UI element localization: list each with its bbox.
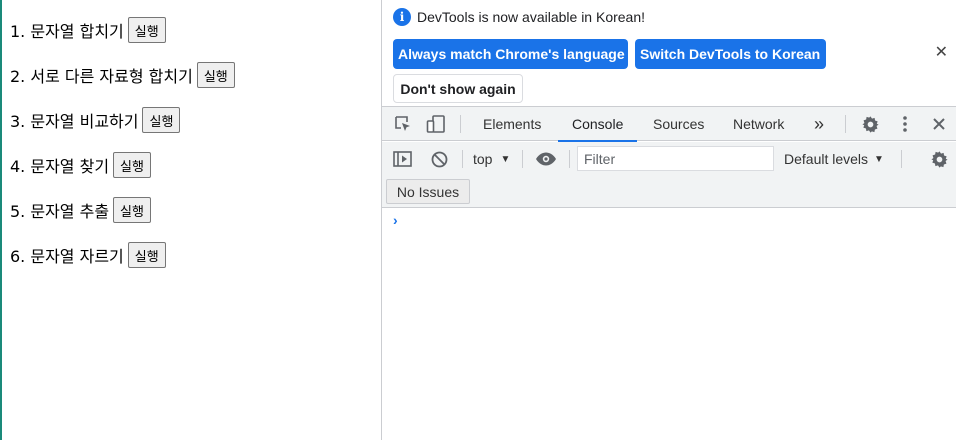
- row-label: 6. 문자열 자르기: [10, 247, 124, 266]
- tab-network[interactable]: Network: [733, 107, 784, 141]
- row-label: 3. 문자열 비교하기: [10, 112, 139, 131]
- row-label: 2. 서로 다른 자료형 합치기: [10, 67, 193, 86]
- devtools-tabbar: Elements Console Sources Network »: [382, 107, 956, 142]
- sidebar-toggle-icon[interactable]: [391, 142, 413, 176]
- live-expression-eye-icon[interactable]: [534, 142, 558, 176]
- info-icon: i: [393, 8, 411, 26]
- list-item: 4. 문자열 찾기 실행: [10, 152, 151, 178]
- run-button[interactable]: 실행: [113, 197, 151, 223]
- infobar-message: DevTools is now available in Korean!: [417, 9, 646, 25]
- tab-sources[interactable]: Sources: [653, 107, 704, 141]
- toolbar-divider: [845, 115, 846, 133]
- context-selector[interactable]: top ▼: [473, 142, 510, 176]
- language-infobar: i DevTools is now available in Korean! A…: [382, 0, 956, 107]
- list-item: 2. 서로 다른 자료형 합치기 실행: [10, 62, 235, 88]
- kebab-menu-icon[interactable]: [895, 107, 915, 141]
- row-label: 4. 문자열 찾기: [10, 157, 110, 176]
- console-prompt-icon: ›: [393, 212, 398, 228]
- more-tabs-icon[interactable]: »: [814, 107, 824, 141]
- toolbar-divider: [462, 150, 463, 168]
- log-levels-label: Default levels: [784, 151, 869, 167]
- console-output[interactable]: ›: [382, 209, 956, 440]
- no-issues-button[interactable]: No Issues: [386, 179, 470, 204]
- issues-bar: No Issues: [382, 176, 956, 208]
- device-toolbar-icon[interactable]: [425, 107, 447, 141]
- log-levels-dropdown[interactable]: Default levels ▼: [784, 142, 884, 176]
- console-toolbar: top ▼ Default levels ▼: [382, 142, 956, 176]
- infobar-message-line: i DevTools is now available in Korean!: [393, 8, 645, 26]
- run-button[interactable]: 실행: [127, 17, 166, 43]
- devtools-panel: i DevTools is now available in Korean! A…: [381, 0, 956, 440]
- dropdown-arrow-icon: ▼: [500, 153, 511, 165]
- row-label: 5. 문자열 추출: [10, 202, 110, 221]
- tab-console[interactable]: Console: [557, 107, 638, 142]
- dropdown-arrow-icon: ▼: [874, 153, 884, 165]
- dont-show-again-button[interactable]: Don't show again: [393, 74, 523, 103]
- run-button[interactable]: 실행: [142, 107, 181, 133]
- run-button[interactable]: 실행: [113, 152, 151, 178]
- page-content: 1. 문자열 합치기 실행 2. 서로 다른 자료형 합치기 실행 3. 문자열…: [0, 0, 381, 440]
- console-settings-icon[interactable]: [928, 142, 950, 176]
- toolbar-divider: [901, 150, 902, 168]
- tab-elements[interactable]: Elements: [483, 107, 541, 141]
- list-item: 1. 문자열 합치기 실행: [10, 17, 166, 43]
- toolbar-divider: [460, 115, 461, 133]
- toolbar-divider: [522, 150, 523, 168]
- run-button[interactable]: 실행: [127, 242, 166, 268]
- row-label: 1. 문자열 합치기: [10, 22, 124, 41]
- list-item: 3. 문자열 비교하기 실행: [10, 107, 181, 133]
- always-match-language-button[interactable]: Always match Chrome's language: [393, 39, 628, 69]
- clear-console-icon[interactable]: [428, 142, 450, 176]
- list-item: 6. 문자열 자르기 실행: [10, 242, 166, 268]
- settings-icon[interactable]: [859, 107, 881, 141]
- context-value: top: [473, 151, 493, 167]
- list-item: 5. 문자열 추출 실행: [10, 197, 151, 223]
- toolbar-divider: [569, 150, 570, 168]
- inspect-element-icon[interactable]: [392, 107, 414, 141]
- switch-to-korean-button[interactable]: Switch DevTools to Korean: [635, 39, 826, 69]
- close-devtools-icon[interactable]: [929, 107, 949, 141]
- console-filter-input[interactable]: [577, 146, 774, 171]
- close-icon[interactable]: ✕: [935, 42, 948, 62]
- run-button[interactable]: 실행: [196, 62, 235, 88]
